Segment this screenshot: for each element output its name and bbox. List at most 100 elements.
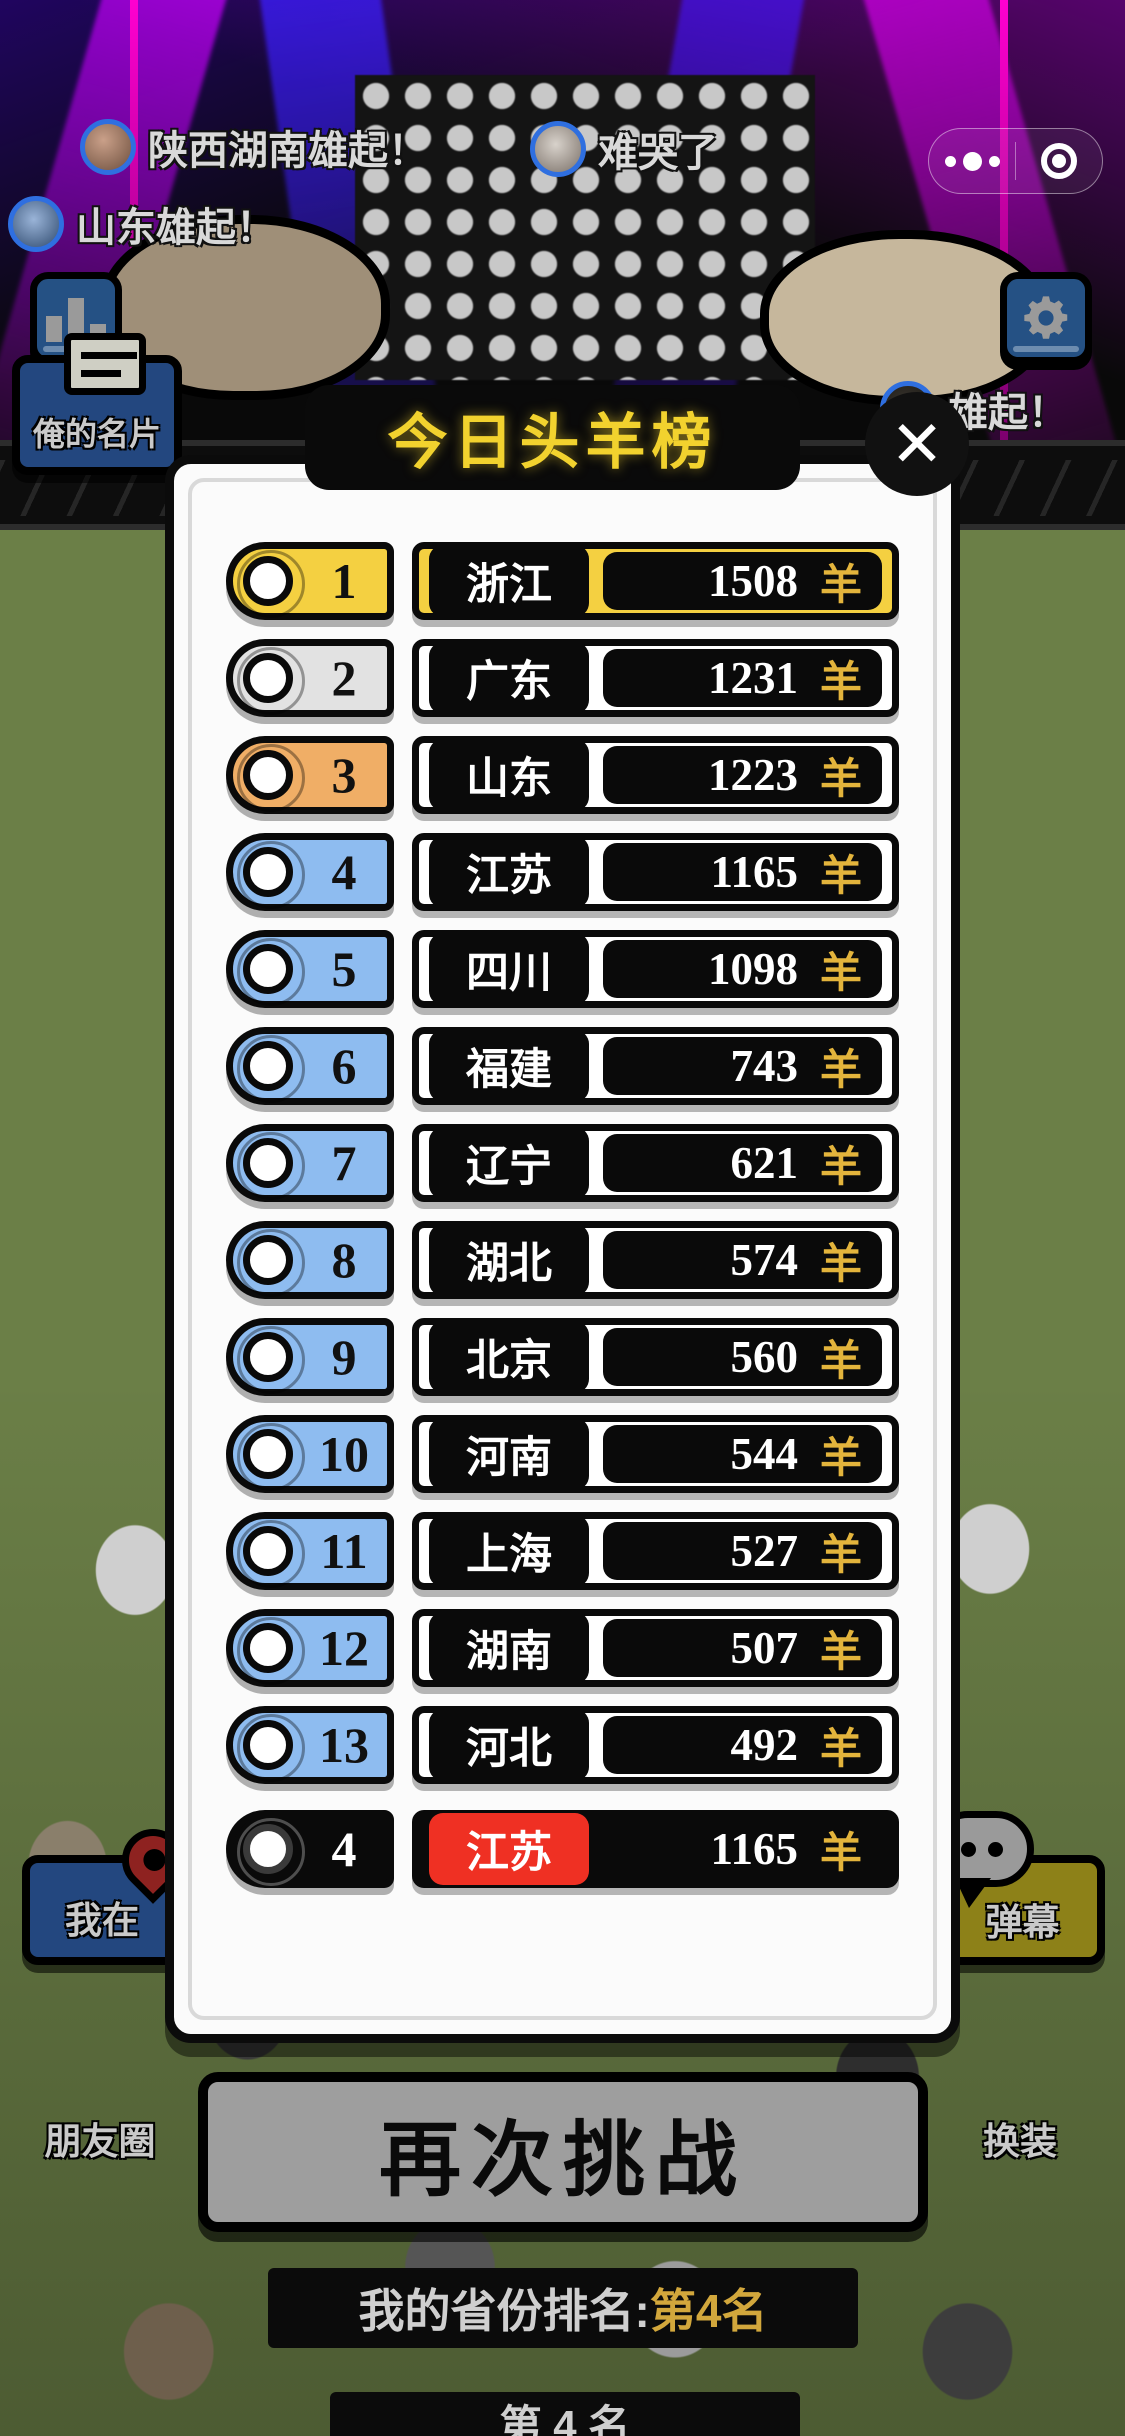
province-name: 山东	[429, 739, 589, 811]
rank-number: 3	[331, 747, 357, 803]
rank-row-bar: 湖南 507 羊	[412, 1609, 899, 1687]
rank-number: 11	[320, 1523, 368, 1579]
danmaku-text: 陕西湖南雄起！	[148, 129, 428, 173]
rank-row-bar: 上海 527 羊	[412, 1512, 899, 1590]
leaderboard-row: 13 河北 492 羊	[226, 1706, 899, 1784]
leaderboard-row: 8 湖北 574 羊	[226, 1221, 899, 1299]
id-card-icon	[64, 333, 146, 395]
rank-row-bar: 四川 1098 羊	[412, 930, 899, 1008]
rank-medal-icon	[237, 1714, 305, 1782]
leaderboard-row: 2 广东 1231 羊	[226, 639, 899, 717]
outfit-button[interactable]: 换装	[930, 2082, 1110, 2194]
score-unit: 羊	[819, 1433, 862, 1481]
leaderboard-row: 12 湖南 507 羊	[226, 1609, 899, 1687]
settings-button[interactable]	[1000, 272, 1092, 364]
leaderboard-row: 11 上海 527 羊	[226, 1512, 899, 1590]
danmaku-text: 难哭了	[598, 131, 718, 175]
rank-badge: 11	[226, 1512, 394, 1590]
leaderboard-list[interactable]: 1 浙江 1508 羊 2 广东 1231 羊 3 山东 1223 羊 4 江苏 1165 羊 5 四川 1098 羊…	[192, 542, 933, 2016]
retry-button[interactable]: 再次挑战	[198, 2072, 928, 2232]
my-rank-label: 我的省份排名:	[358, 2285, 650, 2337]
score-container: 1231 羊	[603, 649, 882, 707]
rank-row-bar: 辽宁 621 羊	[412, 1124, 899, 1202]
rank-medal-icon	[237, 647, 305, 715]
location-button[interactable]: 我在	[22, 1816, 197, 1965]
user-avatar	[80, 119, 136, 175]
moments-label: 朋友圈	[44, 2121, 156, 2162]
score-unit: 羊	[819, 851, 862, 899]
capsule-close-button[interactable]	[1016, 129, 1102, 193]
rank-badge: 4	[226, 1810, 394, 1888]
rank-badge: 10	[226, 1415, 394, 1493]
rank-medal-icon	[237, 1818, 305, 1886]
score-value: 1508	[707, 556, 798, 606]
rank-medal-icon	[237, 744, 305, 812]
danmaku-text: 山东雄起！	[76, 206, 276, 250]
outfit-label: 换装	[983, 2121, 1057, 2162]
page-title: 今日头羊榜	[387, 409, 718, 476]
my-province-rank-bar: 我的省份排名: 第4名	[268, 2268, 858, 2348]
rank-medal-icon	[237, 1229, 305, 1297]
leaderboard-row: 3 山东 1223 羊	[226, 736, 899, 814]
wechat-capsule[interactable]	[928, 128, 1103, 194]
danmaku-button[interactable]: 弹幕	[930, 1811, 1105, 1965]
close-modal-button[interactable]: ✕	[865, 392, 969, 496]
score-value: 560	[730, 1332, 798, 1382]
leaderboard-title-banner: 今日头羊榜	[305, 385, 800, 490]
rank-medal-icon	[237, 550, 305, 618]
score-container: 574 羊	[603, 1231, 882, 1289]
rank-number: 5	[331, 941, 357, 997]
leaderboard-row: 7 辽宁 621 羊	[226, 1124, 899, 1202]
rank-row-bar: 山东 1223 羊	[412, 736, 899, 814]
gear-icon	[1020, 292, 1072, 344]
score-unit: 羊	[819, 1045, 862, 1093]
score-unit: 羊	[819, 1724, 862, 1772]
score-value: 1098	[707, 944, 798, 994]
more-dots-icon	[944, 151, 1000, 171]
score-unit: 羊	[819, 1239, 862, 1287]
rank-badge: 3	[226, 736, 394, 814]
score-container: 560 羊	[603, 1328, 882, 1386]
leaderboard-row: 6 福建 743 羊	[226, 1027, 899, 1105]
rank-number: 2	[331, 650, 357, 706]
rank-row-bar: 河南 544 羊	[412, 1415, 899, 1493]
user-avatar	[530, 121, 586, 177]
score-value: 1231	[707, 653, 798, 703]
capsule-menu-button[interactable]	[929, 129, 1015, 193]
score-value: 1165	[710, 847, 798, 897]
province-name: 河南	[429, 1418, 589, 1490]
rank-medal-icon	[237, 938, 305, 1006]
danmaku-item: 陕西湖南雄起！	[80, 118, 428, 176]
leaderboard-modal-inner: 1 浙江 1508 羊 2 广东 1231 羊 3 山东 1223 羊 4 江苏 1165 羊 5 四川 1098 羊…	[188, 478, 937, 2020]
province-name: 辽宁	[429, 1127, 589, 1199]
score-value: 492	[730, 1720, 798, 1770]
rank-medal-icon	[237, 1132, 305, 1200]
province-name: 江苏	[429, 836, 589, 908]
score-container: 1165 羊	[603, 1820, 882, 1878]
rank-row-bar: 河北 492 羊	[412, 1706, 899, 1784]
retry-label: 再次挑战	[378, 2114, 747, 2206]
leaderboard-row: 10 河南 544 羊	[226, 1415, 899, 1493]
score-container: 743 羊	[603, 1037, 882, 1095]
province-name: 四川	[429, 933, 589, 1005]
rank-row-bar: 湖北 574 羊	[412, 1221, 899, 1299]
leaderboard-row: 4 江苏 1165 羊	[226, 833, 899, 911]
target-circle-icon	[1041, 143, 1077, 179]
rank-medal-icon	[237, 1617, 305, 1685]
rank-badge: 4	[226, 833, 394, 911]
score-value: 544	[730, 1429, 798, 1479]
namecard-label: 俺的名片	[32, 416, 161, 452]
rank-number: 4	[331, 1821, 357, 1877]
rank-number: 10	[319, 1426, 369, 1482]
score-value: 1223	[707, 750, 798, 800]
rank-medal-icon	[237, 1423, 305, 1491]
score-unit: 羊	[819, 1530, 862, 1578]
province-name: 江苏	[429, 1813, 589, 1885]
score-value: 507	[730, 1623, 798, 1673]
province-name: 湖北	[429, 1224, 589, 1296]
score-unit: 羊	[819, 560, 862, 608]
rank-number: 1	[331, 553, 357, 609]
leaderboard-row: 5 四川 1098 羊	[226, 930, 899, 1008]
namecard-button[interactable]: 俺的名片	[12, 333, 182, 475]
moments-button[interactable]: 朋友圈	[10, 2082, 190, 2194]
